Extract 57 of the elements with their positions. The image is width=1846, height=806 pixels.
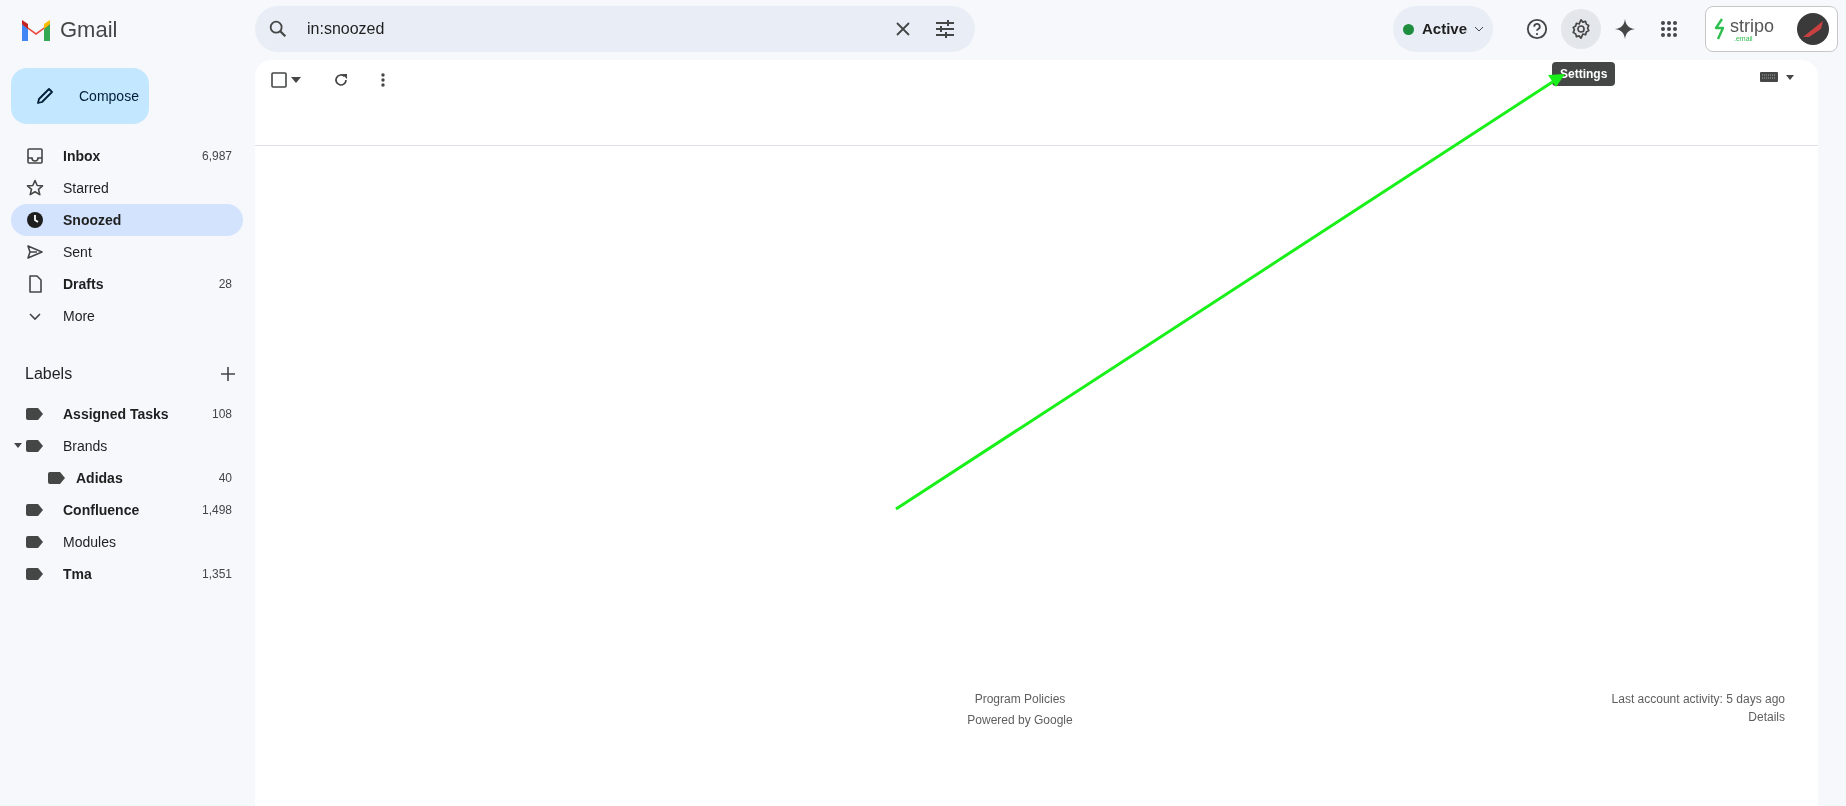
count: 28 [218, 276, 232, 293]
count: 40 [218, 470, 232, 487]
app-name: Gmail [60, 15, 118, 44]
more-icon[interactable] [381, 72, 385, 88]
nav-item[interactable]: Sent [11, 236, 243, 268]
gmail-logo-icon [20, 17, 52, 41]
refresh-icon[interactable] [333, 72, 349, 88]
filter-icon[interactable] [935, 20, 955, 38]
label-icon [48, 472, 66, 484]
close-icon[interactable] [895, 21, 911, 37]
brand-name: stripo [1730, 16, 1774, 35]
tooltip: Settings [1552, 62, 1616, 86]
count: 6,987 [201, 148, 232, 165]
brand-logo-icon [1714, 18, 1726, 40]
pencil-icon [35, 86, 55, 106]
label-icon [26, 440, 44, 452]
clock-icon [26, 211, 44, 229]
label-item[interactable]: Tma 1,351 [11, 558, 243, 590]
count: 1,351 [201, 566, 232, 583]
count: 108 [211, 406, 232, 423]
nav-item[interactable]: Starred [11, 172, 243, 204]
caret-icon[interactable] [291, 77, 301, 83]
add-icon[interactable] [221, 367, 235, 381]
select-checkbox[interactable] [271, 72, 287, 88]
count: 1,498 [201, 502, 232, 519]
label-item[interactable]: Assigned Tasks 108 [11, 398, 243, 430]
nav-item[interactable]: Snoozed [11, 204, 243, 236]
footer-link[interactable]: Program Policies [974, 690, 1066, 708]
status-button[interactable]: Active [1393, 6, 1493, 52]
star-icon [26, 179, 44, 197]
label-icon [26, 408, 44, 420]
label-icon [26, 504, 44, 516]
inbox-icon [26, 147, 44, 165]
search-input[interactable]: in:snoozed [305, 16, 895, 42]
label-icon [26, 536, 44, 548]
keyboard-icon[interactable] [1760, 72, 1794, 82]
search-bar[interactable]: in:snoozed [255, 6, 975, 52]
label-item[interactable]: Confluence 1,498 [11, 494, 243, 526]
caret-icon [1475, 26, 1483, 32]
search-icon [267, 18, 289, 40]
label-item[interactable]: Adidas 40 [11, 462, 243, 494]
expand-caret-icon[interactable] [14, 443, 22, 448]
footer-link[interactable]: Powered by Google [967, 711, 1073, 729]
details-link[interactable]: Details [1748, 708, 1785, 726]
section-title: Labels [25, 364, 73, 384]
avatar[interactable] [1797, 13, 1829, 45]
settings-icon[interactable] [1561, 9, 1601, 49]
activity-text: Last account activity: 5 days ago [1611, 691, 1785, 708]
send-icon [26, 243, 44, 261]
nav-item[interactable]: Inbox 6,987 [11, 140, 243, 172]
document-icon [26, 275, 44, 293]
compose-button[interactable]: Compose [11, 68, 149, 124]
label-item[interactable]: Brands [11, 430, 243, 462]
label-icon [26, 568, 44, 580]
nav-item[interactable]: Drafts 28 [11, 268, 243, 300]
label-item[interactable]: Modules [11, 526, 243, 558]
nav-item[interactable]: More [11, 300, 243, 332]
